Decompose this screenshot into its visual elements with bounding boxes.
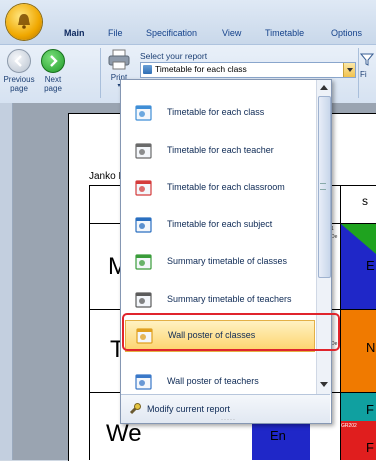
tab-timetable[interactable]: Timetable: [265, 28, 304, 38]
subject-timetable-icon: [133, 214, 155, 236]
ribbon-separator: [358, 48, 359, 98]
menu-item-label: Summary timetable of classes: [167, 256, 288, 266]
report-dropdown: Timetable for each class Timetable for ea…: [120, 79, 332, 424]
lesson-label: F: [366, 440, 374, 455]
menu-item-label: Summary timetable of teachers: [167, 294, 292, 304]
report-select[interactable]: Timetable for each class: [140, 62, 356, 78]
modify-report-button[interactable]: Modify current report ·····: [121, 394, 330, 423]
menu-item-timetable-for-each-class[interactable]: Timetable for each class: [121, 94, 316, 132]
lesson-label: En: [270, 428, 286, 443]
tab-file[interactable]: File: [108, 28, 123, 38]
menu-item-timetable-for-each-teacher[interactable]: Timetable for each teacher: [121, 132, 316, 170]
menu-item-label: Timetable for each class: [167, 107, 265, 117]
arrow-right-icon: [41, 49, 65, 73]
left-ruler: [0, 103, 13, 460]
report-icon: [143, 65, 152, 74]
annotation-highlight: [122, 313, 340, 351]
lesson-label: F: [366, 402, 374, 417]
tab-specification[interactable]: Specification: [146, 28, 197, 38]
summary-teachers-icon: [133, 289, 155, 311]
previous-page-button[interactable]: Previous page: [2, 49, 36, 93]
menu-item-wall-poster-of-teachers[interactable]: Wall poster of teachers: [121, 363, 316, 394]
filter-button[interactable]: Fi: [359, 52, 375, 79]
class-timetable-icon: [133, 102, 155, 124]
lesson-label: N: [366, 340, 376, 355]
ribbon-separator: [100, 48, 101, 98]
teacher-timetable-icon: [133, 140, 155, 162]
tab-options[interactable]: Options: [331, 28, 362, 38]
menu-item-label: Timetable for each subject: [167, 219, 273, 229]
menu-item-label: Wall poster of teachers: [167, 376, 259, 386]
next-label-1: Next: [44, 75, 62, 84]
filter-label: Fi: [360, 70, 367, 79]
wall-poster-teachers-icon: [133, 371, 155, 393]
day-label-wednesday: We: [106, 420, 142, 447]
menu-item-label: Timetable for each classroom: [167, 182, 285, 192]
wrench-icon: [129, 403, 141, 415]
lesson-label: E: [366, 258, 375, 273]
menu-item-summary-timetable-of-classes[interactable]: Summary timetable of classes: [121, 243, 316, 281]
filter-icon: [359, 53, 375, 66]
previous-label-2: page: [10, 84, 28, 93]
menu-item-timetable-for-each-subject[interactable]: Timetable for each subject: [121, 206, 316, 244]
next-page-button[interactable]: Next page: [38, 49, 68, 93]
scroll-up-icon[interactable]: [320, 85, 328, 90]
previous-label-1: Previous: [3, 75, 35, 84]
classroom-timetable-icon: [133, 177, 155, 199]
tab-main[interactable]: Main: [64, 28, 85, 38]
bell-icon: [18, 14, 30, 29]
summary-classes-icon: [133, 251, 155, 273]
select-report-label: Select your report: [140, 51, 208, 61]
arrow-left-icon: [7, 49, 31, 73]
lesson-code: GR202: [341, 423, 357, 429]
scroll-grip: [320, 183, 326, 190]
next-label-2: page: [44, 84, 62, 93]
app-menu-button[interactable]: [6, 4, 42, 40]
modify-report-label: Modify current report: [147, 404, 231, 414]
resize-grip[interactable]: ·····: [221, 417, 236, 423]
report-select-value: Timetable for each class: [155, 64, 247, 74]
chevron-down-icon[interactable]: [343, 63, 355, 77]
tab-view[interactable]: View: [222, 28, 241, 38]
grid-line: [89, 185, 90, 460]
ribbon-tabbar: Main File Specification View Timetable O…: [0, 0, 376, 44]
scroll-down-icon[interactable]: [320, 382, 328, 387]
menu-item-label: Timetable for each teacher: [167, 145, 274, 155]
menu-item-timetable-for-each-classroom[interactable]: Timetable for each classroom: [121, 169, 316, 207]
printer-icon: [108, 49, 130, 70]
column-header: s: [362, 194, 368, 208]
